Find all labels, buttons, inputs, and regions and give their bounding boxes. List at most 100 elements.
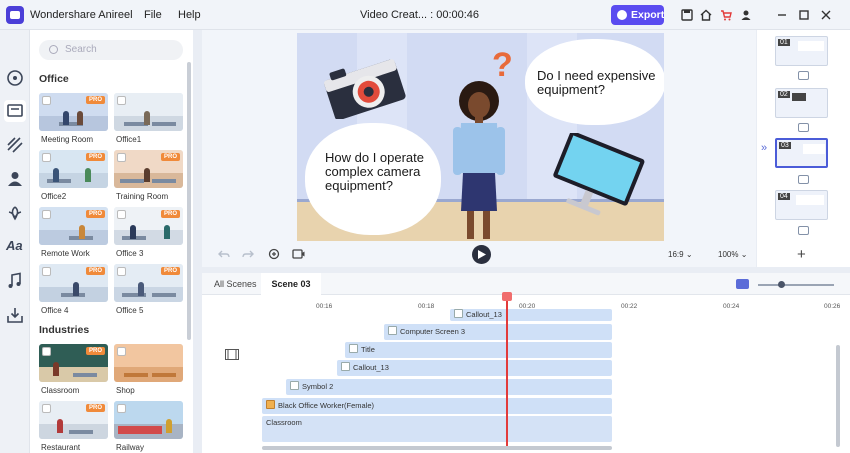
download-icon xyxy=(117,267,126,276)
pro-badge: PRO xyxy=(85,153,105,161)
app-logo-icon xyxy=(6,6,24,24)
anireel-window: Wondershare Anireel File Help Video Crea… xyxy=(0,0,850,453)
maximize-icon[interactable] xyxy=(798,9,810,21)
template-card-office1[interactable] xyxy=(114,93,183,131)
chevron-down-icon: ⌄ xyxy=(740,250,748,259)
pro-badge: PRO xyxy=(85,267,105,275)
timeline-horizontal-scrollbar[interactable] xyxy=(262,446,612,450)
text-track-icon xyxy=(349,344,358,353)
import-icon[interactable] xyxy=(6,306,24,324)
download-icon xyxy=(42,153,51,162)
close-icon[interactable] xyxy=(820,9,832,21)
speech-bubble-operate[interactable]: How do I operate complex camera equipmen… xyxy=(305,123,441,235)
track-computer-screen-3[interactable]: Computer Screen 3 xyxy=(384,324,612,340)
scene-icon[interactable] xyxy=(4,100,26,122)
tab-all-scenes[interactable]: All Scenes xyxy=(214,273,257,295)
question-mark-icon: ? xyxy=(492,46,513,84)
scene-thumb-01[interactable]: 01 xyxy=(775,36,828,66)
card-label: Office 4 xyxy=(41,306,69,315)
template-icon[interactable] xyxy=(6,69,24,87)
pro-badge: PRO xyxy=(85,404,105,412)
timeline-panel: All Scenes Scene 03 00:16 00:18 00:20 00… xyxy=(202,273,850,453)
account-icon[interactable] xyxy=(740,9,752,21)
menu-file[interactable]: File xyxy=(144,9,162,21)
undo-icon[interactable] xyxy=(218,248,230,260)
replace-icon[interactable] xyxy=(268,248,280,260)
card-label: Classroom xyxy=(41,386,80,395)
scene-thumb-04[interactable]: 04 xyxy=(775,190,828,220)
camera-prop-icon xyxy=(324,59,406,119)
background-icon[interactable] xyxy=(6,136,24,154)
card-label: Office2 xyxy=(41,192,67,201)
track-label: Symbol 2 xyxy=(302,382,334,391)
category-rail: Aa xyxy=(0,30,30,453)
template-card-restaurant[interactable]: PRO xyxy=(39,401,108,439)
zoom-select[interactable]: 100% ⌄ xyxy=(718,250,747,259)
transition-icon[interactable] xyxy=(798,226,809,235)
template-card-classroom[interactable]: PRO xyxy=(39,344,108,382)
scene-number: 03 xyxy=(779,142,791,149)
pro-badge: PRO xyxy=(160,153,180,161)
track-callout-13[interactable]: Callout_13 xyxy=(337,360,612,376)
zoom-value: 100% xyxy=(718,250,739,259)
bubble-text: How do I operate complex camera equipmen… xyxy=(325,150,425,193)
pro-badge: PRO xyxy=(85,96,105,104)
character-icon[interactable] xyxy=(6,170,24,188)
record-icon[interactable] xyxy=(292,248,305,260)
speech-bubble-expensive[interactable]: Do I need expensive equipment? xyxy=(525,39,664,125)
timeline-vertical-scrollbar[interactable] xyxy=(836,345,840,447)
scene-library: Search Office PRO Meeting Room Office1 P… xyxy=(30,30,193,453)
save-icon[interactable] xyxy=(681,9,693,21)
menu-help[interactable]: Help xyxy=(178,9,201,21)
aspect-ratio-select[interactable]: 16:9 ⌄ xyxy=(668,250,693,259)
props-icon[interactable] xyxy=(6,204,24,222)
transition-icon[interactable] xyxy=(798,71,809,80)
track-title[interactable]: Title xyxy=(345,342,612,358)
play-button[interactable] xyxy=(472,245,491,264)
template-card-office-4[interactable]: PRO xyxy=(39,264,108,302)
pro-badge: PRO xyxy=(85,347,105,355)
template-card-office2[interactable]: PRO xyxy=(39,150,108,188)
collapse-chevron-icon[interactable]: » xyxy=(761,142,767,154)
zoom-slider-track[interactable] xyxy=(758,284,834,286)
template-card-office-3[interactable]: PRO xyxy=(114,207,183,245)
download-icon xyxy=(117,347,126,356)
character-track-icon xyxy=(266,400,275,409)
track-symbol-2[interactable]: Symbol 2 xyxy=(286,379,612,395)
template-card-meeting-room[interactable]: PRO xyxy=(39,93,108,131)
scene-thumb-03[interactable]: 03 xyxy=(775,138,828,168)
tab-scene-03[interactable]: Scene 03 xyxy=(261,273,321,295)
template-card-remote-work[interactable]: PRO xyxy=(39,207,108,245)
export-arrow-icon xyxy=(617,10,627,20)
template-card-training-room[interactable]: PRO xyxy=(114,150,183,188)
card-label: Office 5 xyxy=(116,306,144,315)
export-button[interactable]: Export xyxy=(611,5,664,25)
card-label: Office1 xyxy=(116,135,142,144)
scene-number: 02 xyxy=(778,91,790,98)
cart-icon[interactable] xyxy=(720,9,732,21)
title-bar: Wondershare Anireel File Help Video Crea… xyxy=(0,0,850,30)
track-classroom[interactable]: Classroom xyxy=(262,416,612,442)
scene-thumb-02[interactable]: 02 xyxy=(775,88,828,118)
template-card-shop[interactable] xyxy=(114,344,183,382)
music-icon[interactable] xyxy=(6,272,24,290)
library-scrollbar[interactable] xyxy=(187,62,191,340)
home-icon[interactable] xyxy=(700,9,712,21)
zoom-slider-handle[interactable] xyxy=(778,281,785,288)
track-callout-13-top[interactable]: Callout_13 xyxy=(450,309,612,321)
transition-icon[interactable] xyxy=(798,123,809,132)
minimize-icon[interactable] xyxy=(776,9,788,21)
scene-canvas[interactable]: ? Do I need expensive equipment? How do … xyxy=(297,33,664,241)
transition-icon[interactable] xyxy=(798,175,809,184)
time-ruler: 00:16 00:18 00:20 00:22 00:24 00:26 xyxy=(262,295,850,310)
template-card-railway[interactable] xyxy=(114,401,183,439)
text-icon[interactable]: Aa xyxy=(6,238,24,256)
add-scene-icon[interactable]: + xyxy=(797,246,806,263)
play-icon xyxy=(478,250,486,259)
search-input[interactable]: Search xyxy=(39,40,183,60)
redo-icon[interactable] xyxy=(242,248,254,260)
template-card-office-5[interactable]: PRO xyxy=(114,264,183,302)
fit-timeline-icon[interactable] xyxy=(736,279,749,289)
playhead[interactable] xyxy=(502,292,512,446)
track-black-office-worker[interactable]: Black Office Worker(Female) xyxy=(262,398,612,414)
